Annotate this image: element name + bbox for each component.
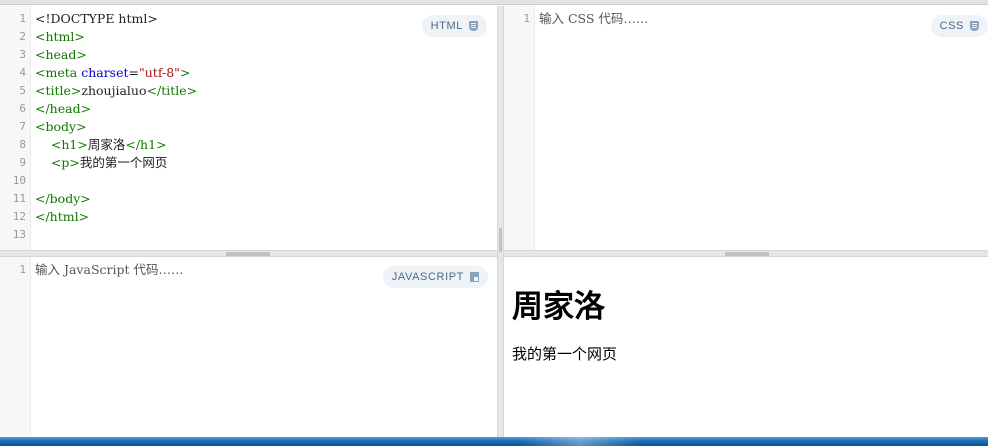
- css3-shield-icon: [970, 21, 979, 31]
- javascript-line-gutter: 1: [0, 257, 31, 437]
- code-token: <body>: [35, 119, 87, 134]
- result-paragraph: 我的第一个网页: [512, 345, 618, 363]
- line-number: 5: [19, 84, 26, 97]
- line-number: 10: [12, 174, 26, 187]
- code-line: </body>: [35, 190, 497, 208]
- code-line: </html>: [35, 208, 497, 226]
- left-horizontal-splitter[interactable]: [0, 250, 497, 257]
- code-token: charset: [81, 65, 129, 80]
- code-token: <h1>: [50, 137, 88, 152]
- html5-shield-icon: [469, 21, 478, 31]
- javascript-badge-label: JAVASCRIPT: [391, 271, 464, 283]
- code-token: <title>: [35, 83, 82, 98]
- vertical-splitter-grip[interactable]: [499, 228, 502, 252]
- code-token: >: [179, 65, 191, 80]
- vertical-splitter[interactable]: [497, 6, 504, 438]
- css-code-area[interactable]: 输入 CSS 代码……: [539, 10, 988, 28]
- line-number: 1: [19, 263, 26, 276]
- code-token: <head>: [35, 47, 87, 62]
- html-badge-label: HTML: [430, 20, 463, 32]
- line-number: 13: [12, 228, 26, 241]
- css-panel-badge[interactable]: CSS: [930, 15, 988, 37]
- code-token: <!DOCTYPE html>: [35, 11, 158, 26]
- code-token: <html>: [35, 29, 85, 44]
- line-number: 11: [12, 192, 26, 205]
- code-line: <title>zhoujialuo</title>: [35, 82, 497, 100]
- code-line: <body>: [35, 118, 497, 136]
- line-number: 4: [19, 66, 26, 79]
- top-border: [0, 0, 988, 5]
- line-number: 8: [19, 138, 26, 151]
- code-token: </title>: [146, 83, 198, 98]
- line-number: 1: [19, 12, 26, 25]
- code-token: </body>: [35, 191, 91, 206]
- right-splitter-grip[interactable]: [725, 252, 769, 256]
- code-token: =: [128, 65, 139, 80]
- code-token: 周家洛: [87, 137, 126, 152]
- css-badge-label: CSS: [939, 20, 964, 32]
- line-number: 1: [523, 12, 530, 25]
- code-token: </h1>: [125, 137, 167, 152]
- line-number: 7: [19, 120, 26, 133]
- result-heading: 周家洛: [512, 289, 605, 325]
- html-code-area[interactable]: <!DOCTYPE html> <html> <head> <meta charset…: [35, 10, 497, 244]
- javascript-editor-pane[interactable]: 1 输入 JavaScript 代码…… JAVASCRIPT: [0, 257, 497, 437]
- code-token: 我的第一个网页: [79, 155, 168, 170]
- code-line: <h1>周家洛</h1>: [35, 136, 497, 154]
- css-placeholder: 输入 CSS 代码……: [539, 11, 649, 26]
- javascript-icon: [470, 272, 479, 282]
- result-preview-pane: 周家洛 我的第一个网页: [504, 257, 988, 437]
- html-line-gutter: 1 2 3 4 5 6 7 8 9 10 11 12 13: [0, 6, 31, 250]
- right-horizontal-splitter[interactable]: [504, 250, 988, 257]
- code-token: </html>: [35, 209, 90, 224]
- os-taskbar: [0, 437, 988, 446]
- line-number: 12: [12, 210, 26, 223]
- line-number: 3: [19, 48, 26, 61]
- line-number: 6: [19, 102, 26, 115]
- left-splitter-grip[interactable]: [226, 252, 270, 256]
- code-token: zhoujialuo: [81, 83, 147, 98]
- code-line: <p>我的第一个网页: [35, 154, 497, 172]
- line-number: 2: [19, 30, 26, 43]
- code-line: <meta charset="utf-8">: [35, 64, 497, 82]
- code-line: <head>: [35, 46, 497, 64]
- code-token: <p>: [50, 155, 80, 170]
- code-token: <meta: [35, 65, 82, 80]
- code-token: "utf-8": [139, 65, 180, 80]
- javascript-panel-badge[interactable]: JAVASCRIPT: [382, 266, 488, 288]
- line-number: 9: [19, 156, 26, 169]
- css-line-gutter: 1: [504, 6, 535, 250]
- css-editor-pane[interactable]: 1 输入 CSS 代码…… CSS: [504, 6, 988, 250]
- html-panel-badge[interactable]: HTML: [421, 15, 487, 37]
- code-token: </head>: [35, 101, 92, 116]
- html-editor-pane[interactable]: 1 2 3 4 5 6 7 8 9 10 11 12 13 <!DOCTYPE html> <html> <…: [0, 6, 497, 250]
- code-line: </head>: [35, 100, 497, 118]
